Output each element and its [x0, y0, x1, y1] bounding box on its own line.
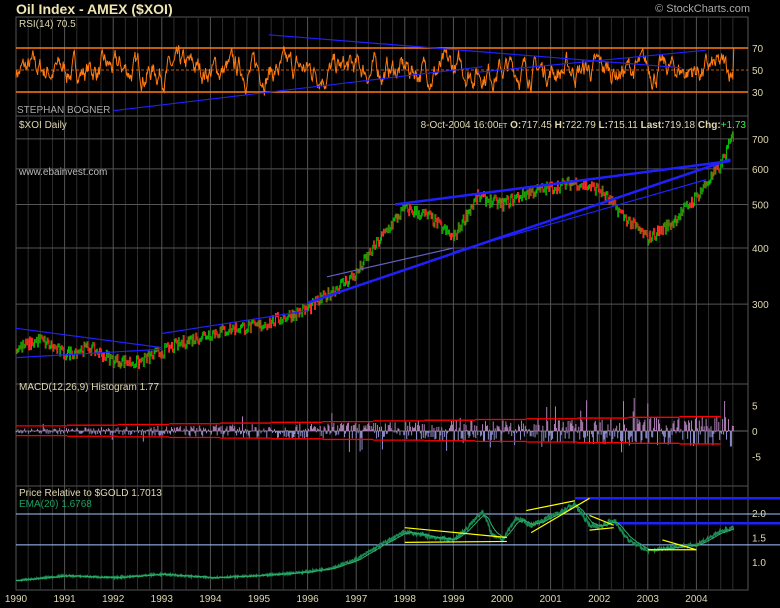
x-tick-label: 2000: [491, 594, 514, 605]
price-trendline: [326, 247, 454, 278]
price-tick-label: 500: [752, 200, 769, 211]
x-tick-label: 1990: [5, 594, 28, 605]
rsi-trendline: [113, 66, 483, 112]
relative-tick-label: 1.5: [752, 534, 766, 545]
x-tick-label: 1998: [394, 594, 417, 605]
grid: [15, 16, 780, 591]
x-tick-label: 1994: [199, 594, 222, 605]
x-tick-label: 2003: [637, 594, 660, 605]
x-tick-label: 1999: [442, 594, 465, 605]
relative-tick-label: 1.0: [752, 558, 766, 569]
author-label: STEPHAN BOGNER: [17, 105, 110, 116]
x-tick-label: 2004: [685, 594, 708, 605]
x-tick-label: 1997: [345, 594, 368, 605]
rsi-tick-label: 30: [752, 88, 764, 99]
x-tick-label: 1992: [102, 594, 125, 605]
chart-canvas: RSI(14) 70.5 STEPHAN BOGNER $XOI Daily w…: [5, 16, 780, 605]
price-title: $XOI Daily: [19, 120, 67, 131]
rsi-tick-label: 70: [752, 44, 764, 55]
macd-title: MACD(12,26,9) Histogram 1.77: [19, 382, 159, 393]
relative-tick-label: 2.0: [752, 509, 766, 520]
x-tick-label: 2002: [588, 594, 611, 605]
macd-tick-label: -5: [752, 453, 761, 464]
price-quote: 8-Oct-2004 16:00ET O:717.45 H:722.79 L:7…: [421, 120, 747, 131]
price-tick-label: 600: [752, 165, 769, 176]
x-tick-label: 2001: [539, 594, 562, 605]
macd-tick-label: 0: [752, 427, 758, 438]
relative-pattern-line: [404, 540, 507, 543]
ema-title: EMA(20) 1.6768: [19, 499, 92, 510]
x-tick-label: 1996: [296, 594, 319, 605]
x-tick-label: 1995: [248, 594, 271, 605]
price-tick-label: 700: [752, 135, 769, 146]
rsi-trendline: [268, 34, 682, 69]
watermark: www.ebainvest.com: [18, 167, 107, 178]
rsi-title: RSI(14) 70.5: [19, 19, 76, 30]
price-tick-label: 300: [752, 300, 769, 311]
macd-tick-label: 5: [752, 402, 758, 413]
ema-line: [15, 505, 734, 582]
relative-title: Price Relative to $GOLD 1.7013: [19, 488, 162, 499]
labels: RSI(14) 70.5 STEPHAN BOGNER $XOI Daily w…: [5, 19, 769, 605]
price-tick-label: 400: [752, 244, 769, 255]
x-tick-label: 1991: [53, 594, 76, 605]
x-tick-label: 1993: [151, 594, 174, 605]
rsi-tick-label: 50: [752, 66, 764, 77]
